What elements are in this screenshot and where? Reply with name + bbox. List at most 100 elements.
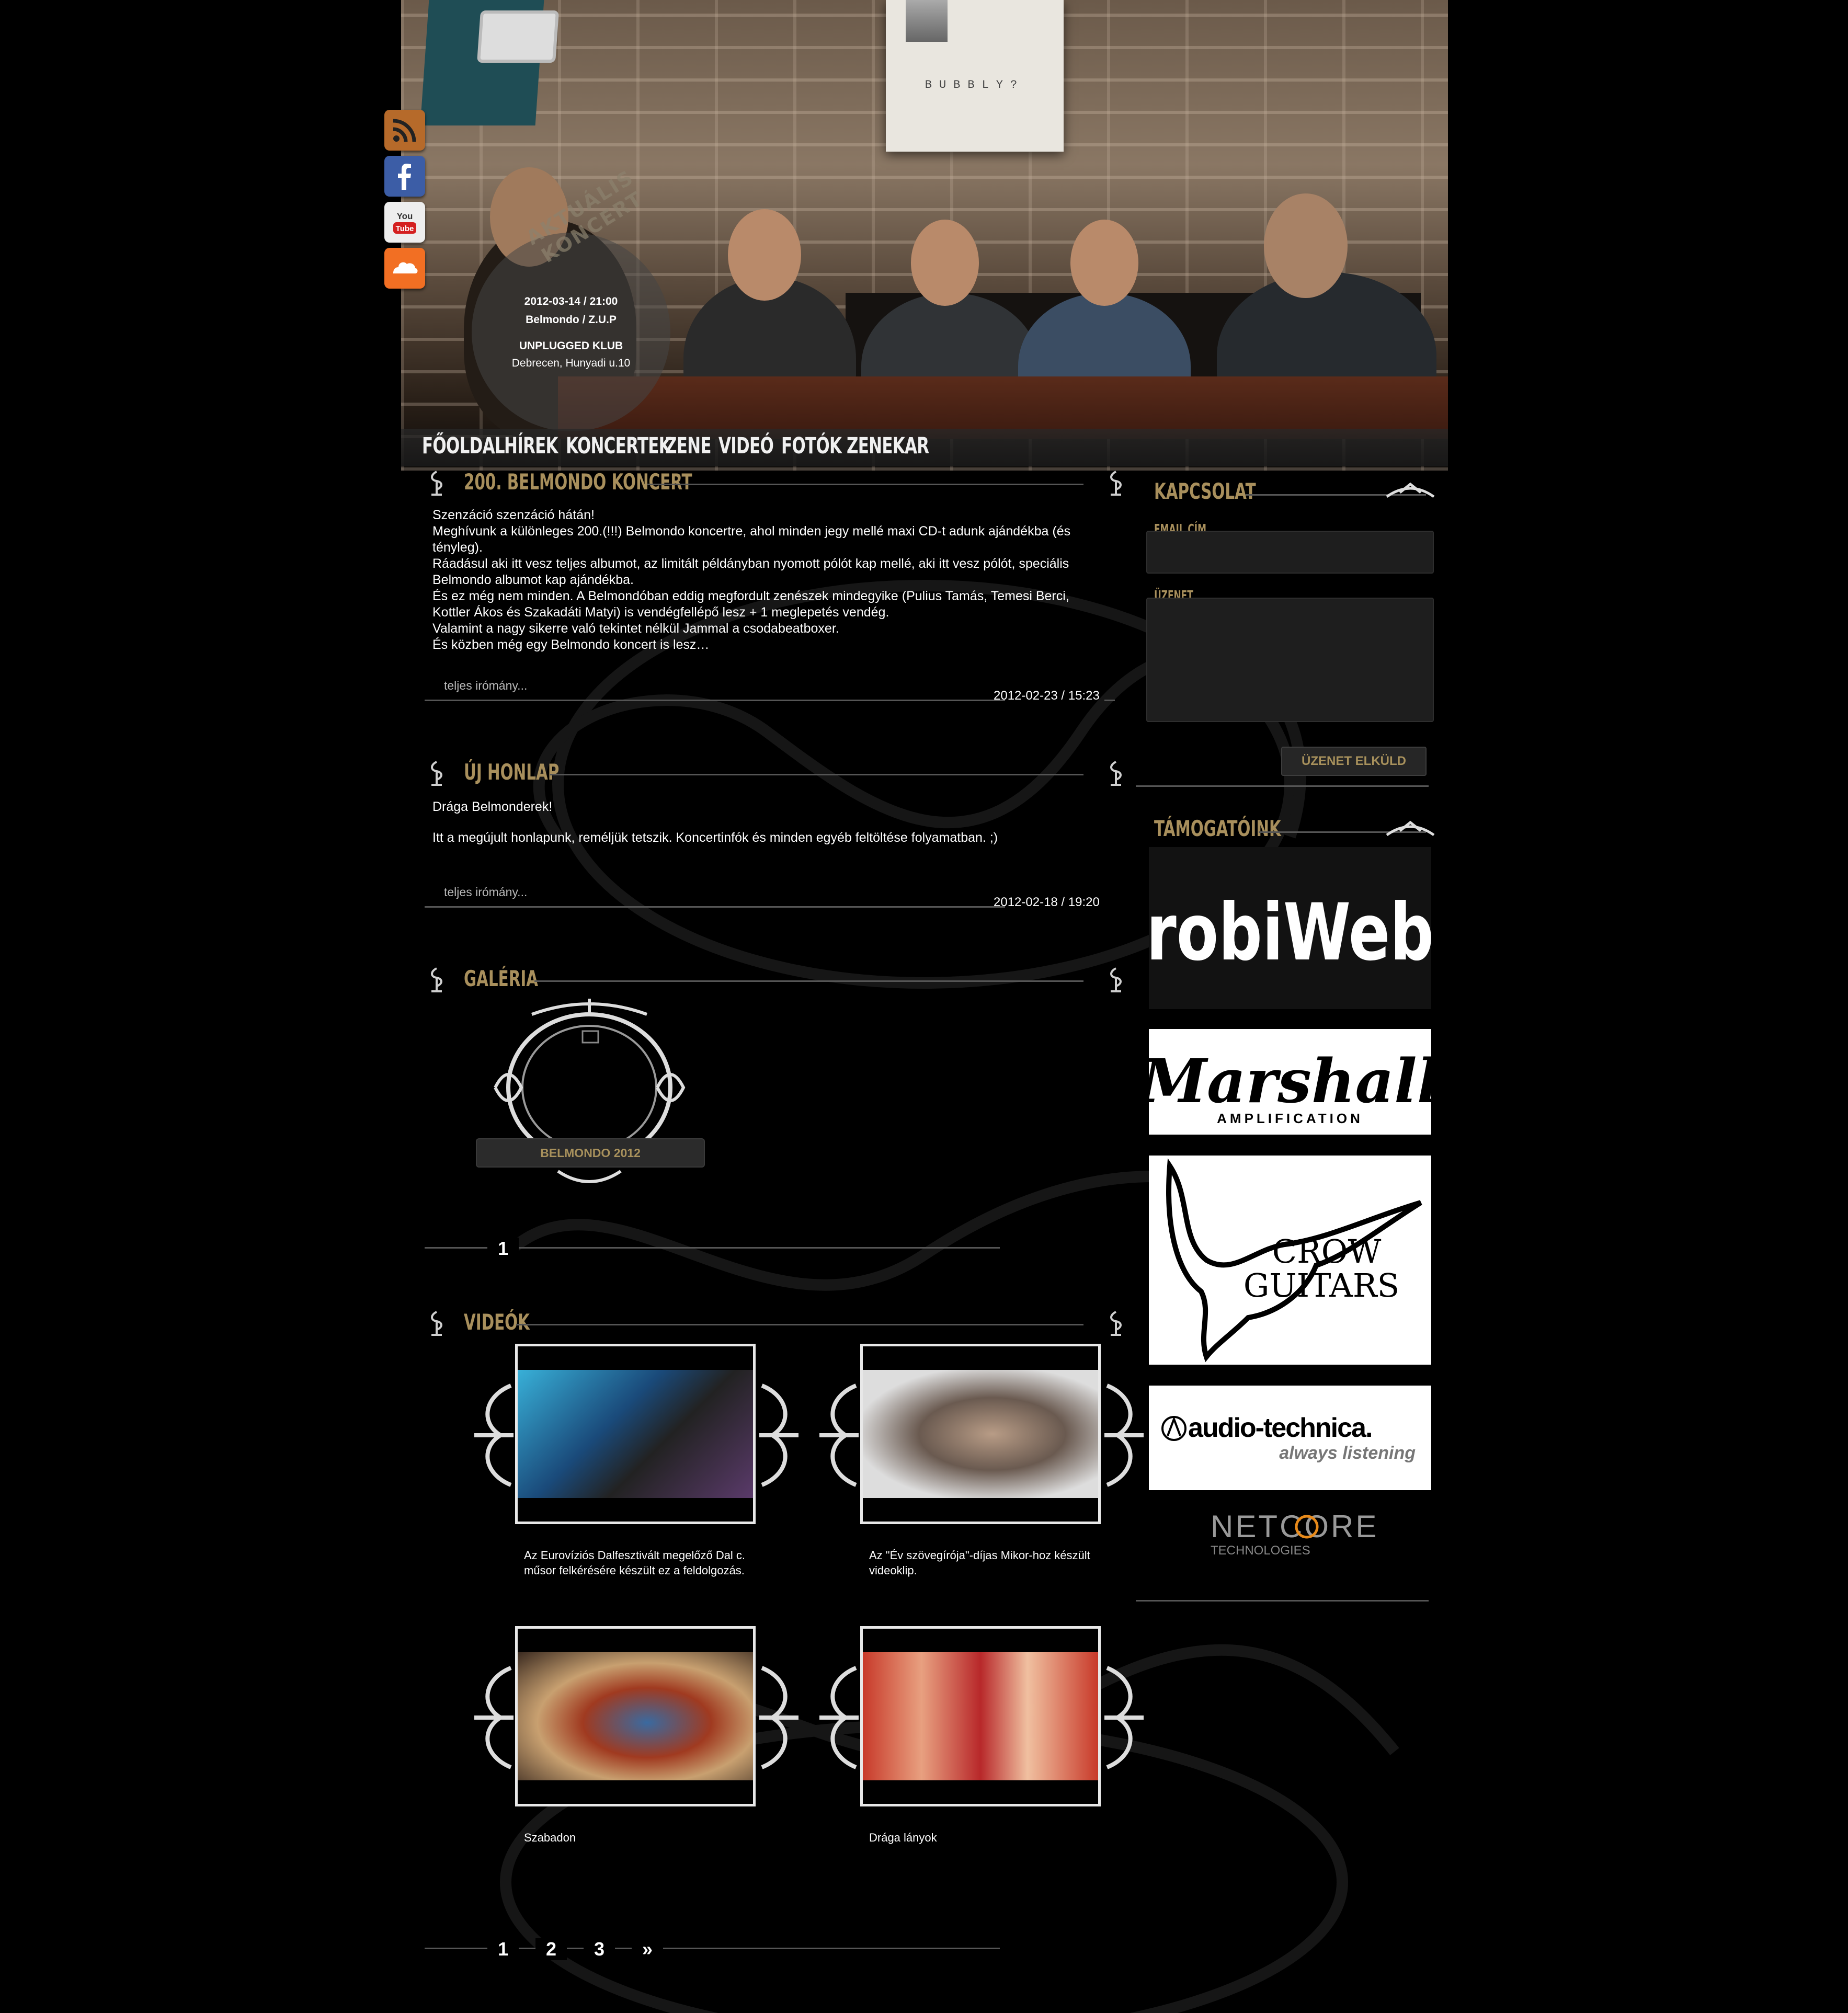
nav-zene[interactable]: ZENE xyxy=(665,433,712,459)
gallery-title: GALÉRIA xyxy=(464,966,539,991)
frame-deco-right xyxy=(759,1383,798,1487)
crow-text-2: GUITARS xyxy=(1244,1266,1399,1305)
sponsor-netcore[interactable]: NETCORE TECHNOLOGIES xyxy=(1149,1506,1431,1563)
nav-fotok[interactable]: FOTÓK xyxy=(781,433,842,459)
video-item[interactable]: Az Eurovíziós Dalfesztivált megelőző Dal… xyxy=(469,1344,804,1616)
frame-deco-left xyxy=(474,1666,514,1769)
sponsor-marshall[interactable]: Marshall AMPLIFICATION xyxy=(1149,1029,1431,1135)
youtube-icon: You Tube xyxy=(393,211,416,234)
post-footer-rule xyxy=(425,700,1005,701)
sponsors-title: TÁMOGATÓINK xyxy=(1154,816,1281,841)
videos-page-2[interactable]: 2 xyxy=(535,1938,567,1960)
facebook-button[interactable] xyxy=(384,156,425,197)
crown-ornament xyxy=(1386,820,1435,837)
fleur-ornament-right xyxy=(1110,967,1122,992)
concert-datetime: 2012-03-14 / 21:00 xyxy=(524,295,618,307)
marshall-sub: AMPLIFICATION xyxy=(1217,1111,1363,1126)
video-item[interactable]: Drága lányok xyxy=(814,1626,1149,1898)
nav-video[interactable]: VIDEÓ xyxy=(718,433,774,459)
post-line: Belmondo albumot kap ajándékba. xyxy=(432,573,634,587)
netcore-logo: NETCORE TECHNOLOGIES xyxy=(1211,1509,1378,1558)
crow-text-1: CROW xyxy=(1272,1232,1382,1271)
read-more-link[interactable]: teljes irómány... xyxy=(444,679,527,693)
fleur-ornament-left xyxy=(431,471,442,496)
band-member-3-head xyxy=(911,220,979,306)
video-caption: Drága lányok xyxy=(869,1831,937,1844)
band-member-5-head xyxy=(1264,193,1348,298)
crown-ornament xyxy=(1386,482,1435,498)
sponsor-audio-technica[interactable]: audio-technica. always listening xyxy=(1149,1386,1431,1490)
send-message-button[interactable]: ÜZENET ELKÜLD xyxy=(1281,747,1427,776)
concert-address: Debrecen, Hunyadi u.10 xyxy=(511,357,631,369)
header-banner: BUBBLY? AKTUÁLIS KONCERT 2012-03-14 / 21… xyxy=(401,0,1448,471)
email-field[interactable] xyxy=(1146,531,1434,574)
post-footer-rule-right xyxy=(1104,700,1115,701)
wall-poster: BUBBLY? xyxy=(886,0,1064,152)
post-body: Drága Belmonderek! Itt a megújult honlap… xyxy=(432,799,1097,846)
message-field[interactable] xyxy=(1146,598,1434,722)
video-item[interactable]: Szabadon xyxy=(469,1626,804,1898)
youtube-button[interactable]: You Tube xyxy=(384,202,425,243)
sponsor-robiweb[interactable]: robiWeb xyxy=(1149,847,1431,1009)
marshall-logo: Marshall AMPLIFICATION xyxy=(1149,1046,1431,1126)
current-concert-badge[interactable]: AKTUÁLIS KONCERT 2012-03-14 / 21:00 Belm… xyxy=(472,165,670,431)
video-caption: Az "Év szövegírója"-díjas Mikor-hoz kész… xyxy=(869,1549,1090,1577)
soundcloud-icon xyxy=(393,262,418,273)
fleur-ornament-left xyxy=(431,1311,442,1336)
sponsor-crow-guitars[interactable]: CROW GUITARS xyxy=(1149,1156,1431,1365)
video-thumbnail[interactable] xyxy=(515,1344,756,1524)
post-line: Kottler Ákos és Szakadáti Matyi) is vend… xyxy=(432,605,889,620)
post-line: Valamint a nagy sikerre való tekintet né… xyxy=(432,621,839,636)
youtube-text-1: You xyxy=(397,211,413,221)
videos-title: VIDEÓK xyxy=(464,1309,530,1335)
main-nav: FŐOLDAL HÍREK KONCERTEK ZENE VIDEÓ FOTÓK… xyxy=(401,429,1448,466)
fleur-ornament-left xyxy=(431,761,442,786)
post-line: Meghívunk a különleges 200.(!!!) Belmond… xyxy=(432,524,1071,539)
lamp xyxy=(906,0,948,42)
post-date: 2012-02-18 / 19:20 xyxy=(994,895,1100,909)
video-caption: Az Eurovíziós Dalfesztivált megelőző Dal… xyxy=(524,1549,746,1577)
video-still xyxy=(518,1370,753,1498)
netcore-text: NETCORE xyxy=(1211,1509,1378,1544)
frame-deco-left xyxy=(819,1383,859,1487)
post-line xyxy=(432,815,1097,830)
netcore-sub: TECHNOLOGIES xyxy=(1211,1543,1310,1558)
robiweb-logo: robiWeb xyxy=(1149,887,1431,978)
videos-page-3[interactable]: 3 xyxy=(584,1938,615,1960)
soundcloud-button[interactable] xyxy=(384,248,425,289)
post-line: És közben még egy Belmondo koncert is le… xyxy=(432,637,710,652)
gallery-album-button[interactable]: BELMONDO 2012 xyxy=(476,1138,705,1168)
video-thumbnail[interactable] xyxy=(860,1344,1101,1524)
video-still xyxy=(863,1652,1098,1780)
band-member-2-head xyxy=(728,209,801,301)
title-rule xyxy=(534,980,1083,982)
sponsors-bottom-rule xyxy=(1136,1600,1429,1602)
robiweb-text: robiWeb xyxy=(1149,887,1431,978)
nav-fooldal[interactable]: FŐOLDAL xyxy=(422,433,505,459)
gallery-page-1[interactable]: 1 xyxy=(487,1238,519,1260)
youtube-text-2: Tube xyxy=(396,224,414,233)
nav-zenekar[interactable]: ZENEKAR xyxy=(847,433,929,459)
video-item[interactable]: Az "Év szövegírója"-díjas Mikor-hoz kész… xyxy=(814,1344,1149,1616)
fleur-ornament-right xyxy=(1110,471,1122,496)
video-thumbnail[interactable] xyxy=(515,1626,756,1806)
video-thumbnail[interactable] xyxy=(860,1626,1101,1806)
video-still xyxy=(518,1652,753,1780)
title-rule xyxy=(516,1324,1083,1325)
poster-text: BUBBLY? xyxy=(925,78,1025,92)
fleur-ornament-left xyxy=(431,967,442,992)
nav-koncertek[interactable]: KONCERTEK xyxy=(566,433,671,459)
nav-hirek[interactable]: HÍREK xyxy=(504,433,558,459)
post-footer-rule xyxy=(425,906,1005,908)
videos-page-next[interactable]: » xyxy=(632,1938,664,1960)
post-title[interactable]: ÚJ HONLAP xyxy=(464,759,559,785)
concert-bands: Belmondo / Z.U.P xyxy=(526,314,617,326)
videos-page-1[interactable]: 1 xyxy=(487,1938,519,1960)
read-more-link[interactable]: teljes irómány... xyxy=(444,885,527,899)
contact-title: KAPCSOLAT xyxy=(1154,478,1256,504)
rss-button[interactable] xyxy=(384,110,425,151)
crow-logo: CROW GUITARS xyxy=(1166,1158,1422,1363)
post-line: Ráadásul aki itt vesz teljes albumot, az… xyxy=(432,556,1069,571)
post-title[interactable]: 200. BELMONDO KONCERT xyxy=(464,469,692,495)
frame-deco-right xyxy=(1104,1383,1144,1487)
